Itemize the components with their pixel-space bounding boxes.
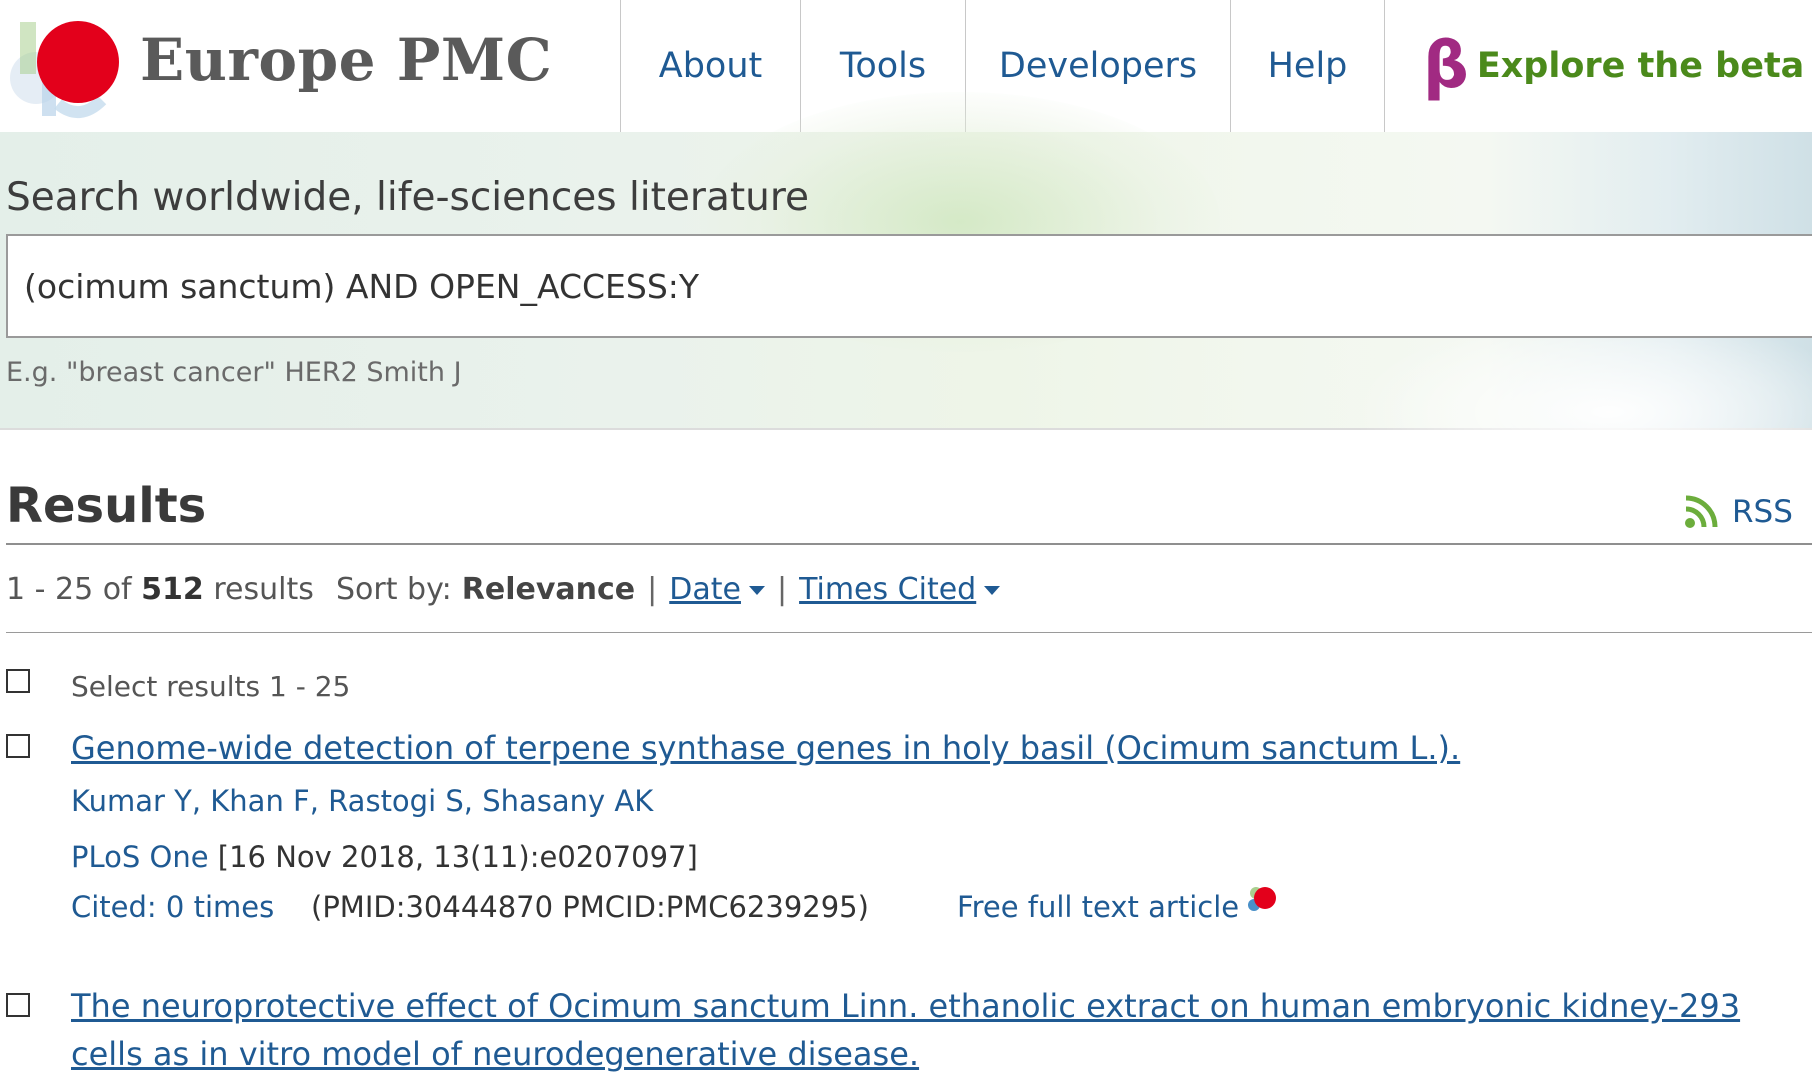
author-link[interactable]: Shasany AK	[482, 784, 653, 818]
select-all-checkbox[interactable]	[6, 669, 30, 693]
decorative-glow	[1350, 312, 1812, 512]
search-hint: E.g. "breast cancer" HER2 Smith J	[6, 357, 462, 388]
results-total: 512	[141, 572, 204, 607]
chevron-down-icon	[984, 586, 1001, 595]
rss-link[interactable]: RSS	[1684, 494, 1793, 530]
free-full-text-label: Free full text article	[957, 890, 1240, 924]
author-link[interactable]: Rastogi S	[328, 784, 464, 818]
result-checkbox[interactable]	[6, 993, 30, 1017]
result-ids: (PMID:30444870 PMCID:PMC6239295)	[311, 890, 869, 924]
sort-controls: Sort by: Relevance | Date | Times Cited	[336, 572, 1001, 607]
results-heading: Results	[6, 478, 207, 534]
results-range: 1 - 25 of	[6, 572, 132, 607]
select-all-label: Select results 1 - 25	[71, 670, 351, 703]
sort-by-date-label: Date	[669, 572, 741, 607]
result-journal-line: PLoS One [16 Nov 2018, 13(11):e0207097]	[71, 840, 698, 874]
free-full-text-link[interactable]: Free full text article	[957, 887, 1279, 924]
chevron-down-icon	[748, 586, 765, 595]
sort-by-times-cited-label: Times Cited	[799, 572, 977, 607]
sort-by-date[interactable]: Date	[669, 572, 765, 607]
rss-label: RSS	[1732, 494, 1793, 530]
nav-explore-beta-label: Explore the beta version	[1476, 46, 1812, 86]
logo-text: Europe PMC	[140, 26, 553, 94]
beta-icon: β	[1423, 29, 1469, 103]
europe-pmc-logo[interactable]: Europe PMC	[0, 0, 600, 132]
results-summary: 1 - 25 of 512 results	[6, 572, 314, 607]
search-input[interactable]	[6, 234, 1812, 338]
author-link[interactable]: Kumar Y	[71, 784, 192, 818]
nav-about[interactable]: About	[620, 0, 800, 132]
sort-separator: |	[776, 572, 788, 607]
journal-link[interactable]: PLoS One	[71, 840, 209, 874]
search-panel: Search worldwide, life-sciences literatu…	[0, 92, 1812, 512]
cited-count-link[interactable]: Cited: 0 times	[71, 890, 274, 924]
sort-prefix: Sort by:	[336, 572, 452, 607]
top-nav: About Tools Developers Help β Explore th…	[620, 0, 1812, 132]
sort-relevance: Relevance	[461, 572, 636, 607]
nav-explore-beta[interactable]: β Explore the beta version	[1384, 0, 1812, 132]
full-text-logo-icon	[1248, 887, 1277, 911]
result-title-link[interactable]: The neuroprotective effect of Ocimum san…	[71, 982, 1791, 1078]
search-label: Search worldwide, life-sciences literatu…	[6, 175, 810, 220]
rss-icon	[1685, 495, 1718, 528]
result-authors: Kumar Y, Khan F, Rastogi S, Shasany AK	[71, 784, 654, 818]
result-title-link[interactable]: Genome-wide detection of terpene synthas…	[71, 724, 1791, 772]
divider	[6, 632, 1812, 633]
results-suffix: results	[213, 572, 314, 607]
divider	[6, 543, 1812, 545]
nav-help[interactable]: Help	[1230, 0, 1384, 132]
result-checkbox[interactable]	[6, 734, 30, 758]
europe-pmc-logo-icon	[10, 21, 119, 118]
sort-by-times-cited[interactable]: Times Cited	[799, 572, 1001, 607]
citation-info: [16 Nov 2018, 13(11):e0207097]	[217, 840, 698, 874]
author-link[interactable]: Khan F	[210, 784, 309, 818]
sort-separator: |	[647, 572, 658, 607]
